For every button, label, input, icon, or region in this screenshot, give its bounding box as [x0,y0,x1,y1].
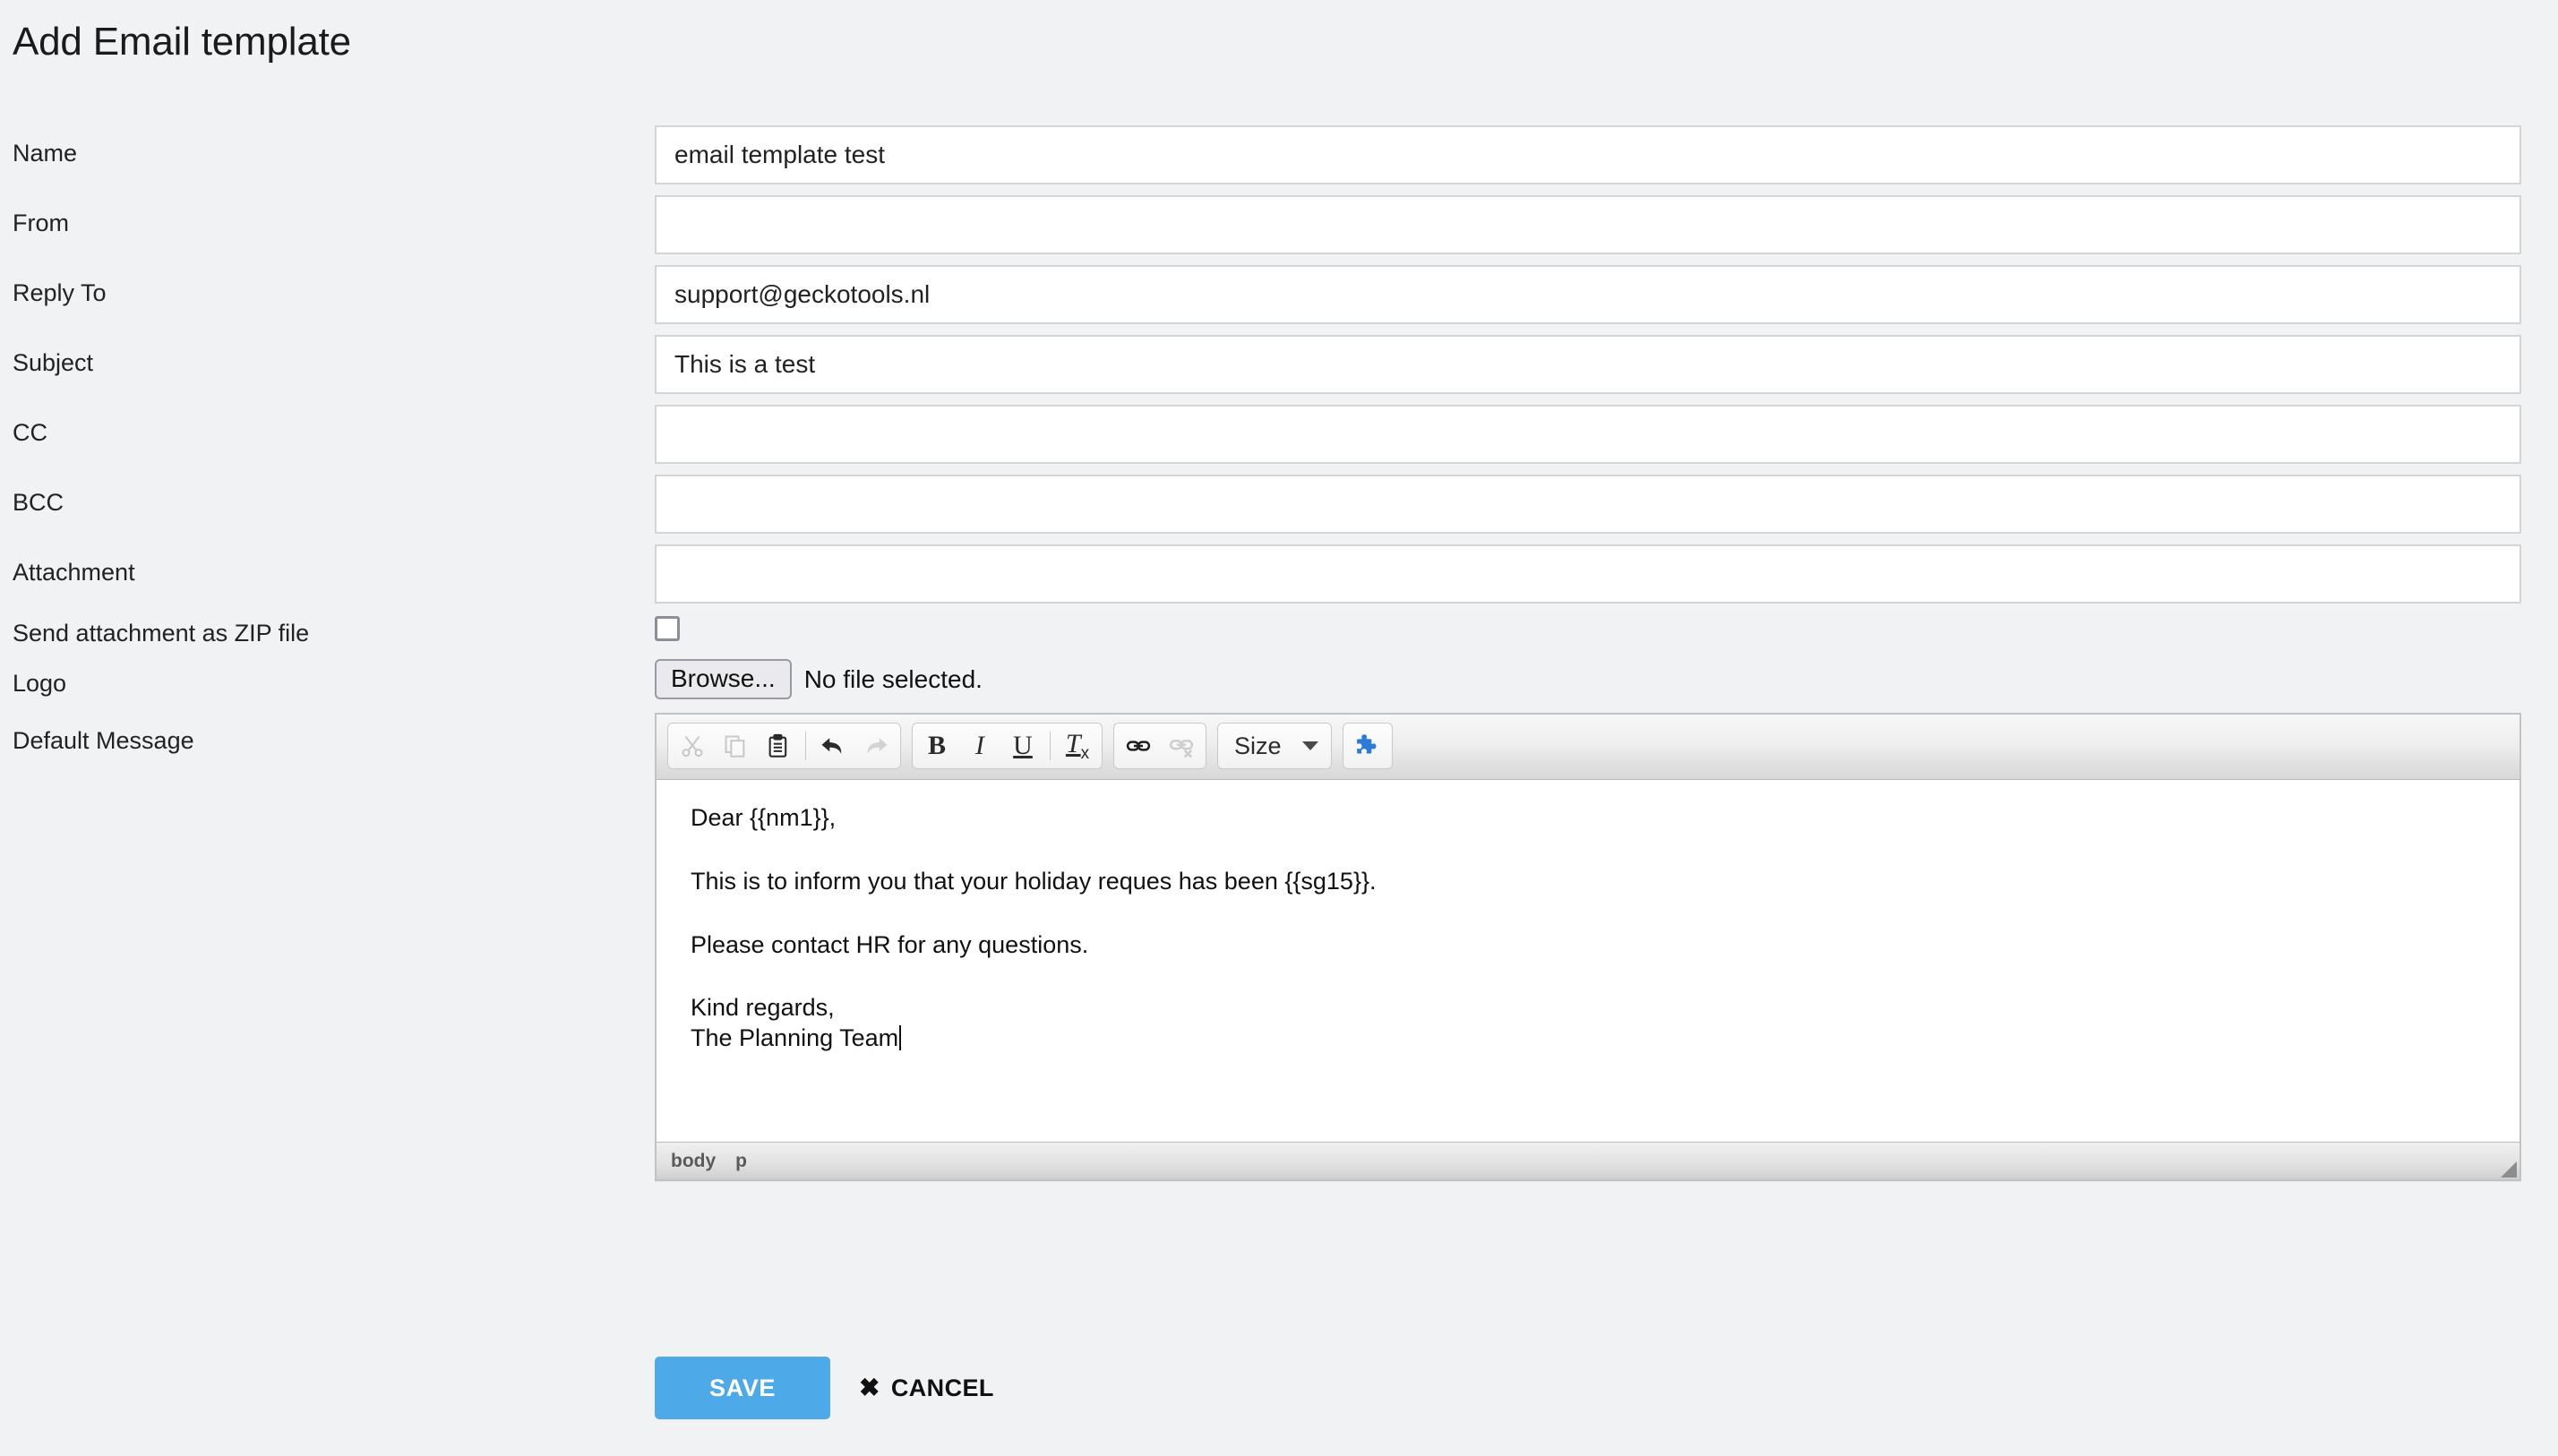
label-from: From [13,210,69,236]
label-name: Name [13,140,78,167]
form-row-reply-to: Reply To [0,265,2558,335]
editor-paragraph: This is to inform you that your holiday … [691,867,1377,895]
editor-paragraph: Kind regards, The Planning Team [691,993,2485,1054]
control-logo: Browse... No file selected. [655,659,2521,700]
label-reply-to: Reply To [13,279,107,306]
form-row-default-message: Default Message B I U Tx Size Dear {{nm1… [0,713,2558,1214]
editor-line-signature: The Planning Team [691,1024,899,1051]
editor-status-bar: body p [657,1142,2519,1179]
editor-line-kind-regards: Kind regards, [691,994,835,1022]
font-size-dropdown[interactable]: Size [1222,726,1327,766]
control-default-message: B I U Tx Size Dear {{nm1}}, This is to i… [655,713,2521,1181]
cc-input[interactable] [655,405,2521,464]
label-subject: Subject [13,349,94,376]
control-attachment [655,544,2521,604]
toolbar-group-plugin [1343,723,1393,769]
cut-icon[interactable] [672,726,713,766]
bcc-input[interactable] [655,475,2521,534]
copy-icon[interactable] [715,726,756,766]
editor-toolbar: B I U Tx Size [657,715,2519,780]
element-path-p[interactable]: p [735,1151,747,1172]
label-cc: CC [13,419,47,446]
label-send-as-zip: Send attachment as ZIP file [13,620,310,647]
add-email-template-page: Add Email template Name From Reply To Su… [0,0,2558,1456]
redo-icon[interactable] [855,726,897,766]
email-template-form: Name From Reply To Subject [0,125,2558,1214]
attachment-input[interactable] [655,544,2521,604]
toolbar-group-size: Size [1217,723,1332,769]
underline-glyph: U [1013,731,1033,760]
name-input[interactable] [655,125,2521,184]
reply-to-input[interactable] [655,265,2521,324]
control-reply-to [655,265,2521,324]
page-title: Add Email template [13,20,351,64]
subject-input[interactable] [655,335,2521,394]
bold-icon[interactable]: B [916,726,957,766]
puzzle-piece-icon[interactable] [1347,726,1388,766]
editor-paragraph: Please contact HR for any questions. [691,930,1089,958]
cancel-label: CANCEL [890,1374,994,1401]
font-size-label: Size [1234,732,1282,759]
logo-file-input[interactable]: Browse... No file selected. [655,659,2521,700]
file-status-text: No file selected. [803,664,983,693]
form-row-attachment: Attachment [0,544,2558,611]
control-bcc [655,475,2521,534]
save-button[interactable]: SAVE [655,1357,830,1419]
form-row-bcc: BCC [0,475,2558,544]
text-cursor [899,1025,902,1050]
form-actions: SAVE ✖ CANCEL [655,1357,1000,1419]
browse-button[interactable]: Browse... [655,659,792,700]
control-send-as-zip [655,616,2521,641]
form-row-logo: Logo Browse... No file selected. [0,659,2558,713]
control-from [655,195,2521,254]
cancel-button[interactable]: ✖ CANCEL [854,1374,1000,1403]
label-default-message: Default Message [13,727,194,754]
italic-icon[interactable]: I [959,726,1000,766]
resize-grip[interactable] [2501,1161,2517,1178]
undo-icon[interactable] [812,726,854,766]
control-cc [655,405,2521,464]
control-subject [655,335,2521,394]
toolbar-group-clipboard [667,723,901,769]
element-path-body[interactable]: body [671,1151,716,1172]
toolbar-group-link [1113,723,1206,769]
label-attachment: Attachment [13,559,135,586]
label-bcc: BCC [13,489,64,516]
toolbar-separator [1050,732,1051,760]
underline-icon[interactable]: U [1002,726,1043,766]
toolbar-group-formatting: B I U Tx [912,723,1103,769]
italic-glyph: I [975,731,984,760]
rich-text-editor: B I U Tx Size Dear {{nm1}}, This is to i… [655,713,2521,1181]
remove-format-icon[interactable]: Tx [1057,726,1098,766]
paste-icon[interactable] [758,726,799,766]
editor-paragraph: Dear {{nm1}}, [691,804,837,831]
from-input[interactable] [655,195,2521,254]
link-icon[interactable] [1118,726,1159,766]
unlink-icon[interactable] [1161,726,1202,766]
form-row-subject: Subject [0,335,2558,405]
remove-format-glyph: Tx [1065,728,1090,763]
form-row-from: From [0,195,2558,265]
form-row-zip: Send attachment as ZIP file [0,611,2558,659]
chevron-down-icon [1302,741,1318,750]
send-as-zip-checkbox[interactable] [655,616,680,641]
form-row-cc: CC [0,405,2558,475]
editor-content-area[interactable]: Dear {{nm1}}, This is to inform you that… [657,780,2519,1142]
label-logo: Logo [13,670,67,697]
bold-glyph: B [927,731,946,760]
form-row-name: Name [0,125,2558,195]
close-icon: ✖ [859,1374,880,1401]
toolbar-separator [805,732,806,760]
control-name [655,125,2521,184]
